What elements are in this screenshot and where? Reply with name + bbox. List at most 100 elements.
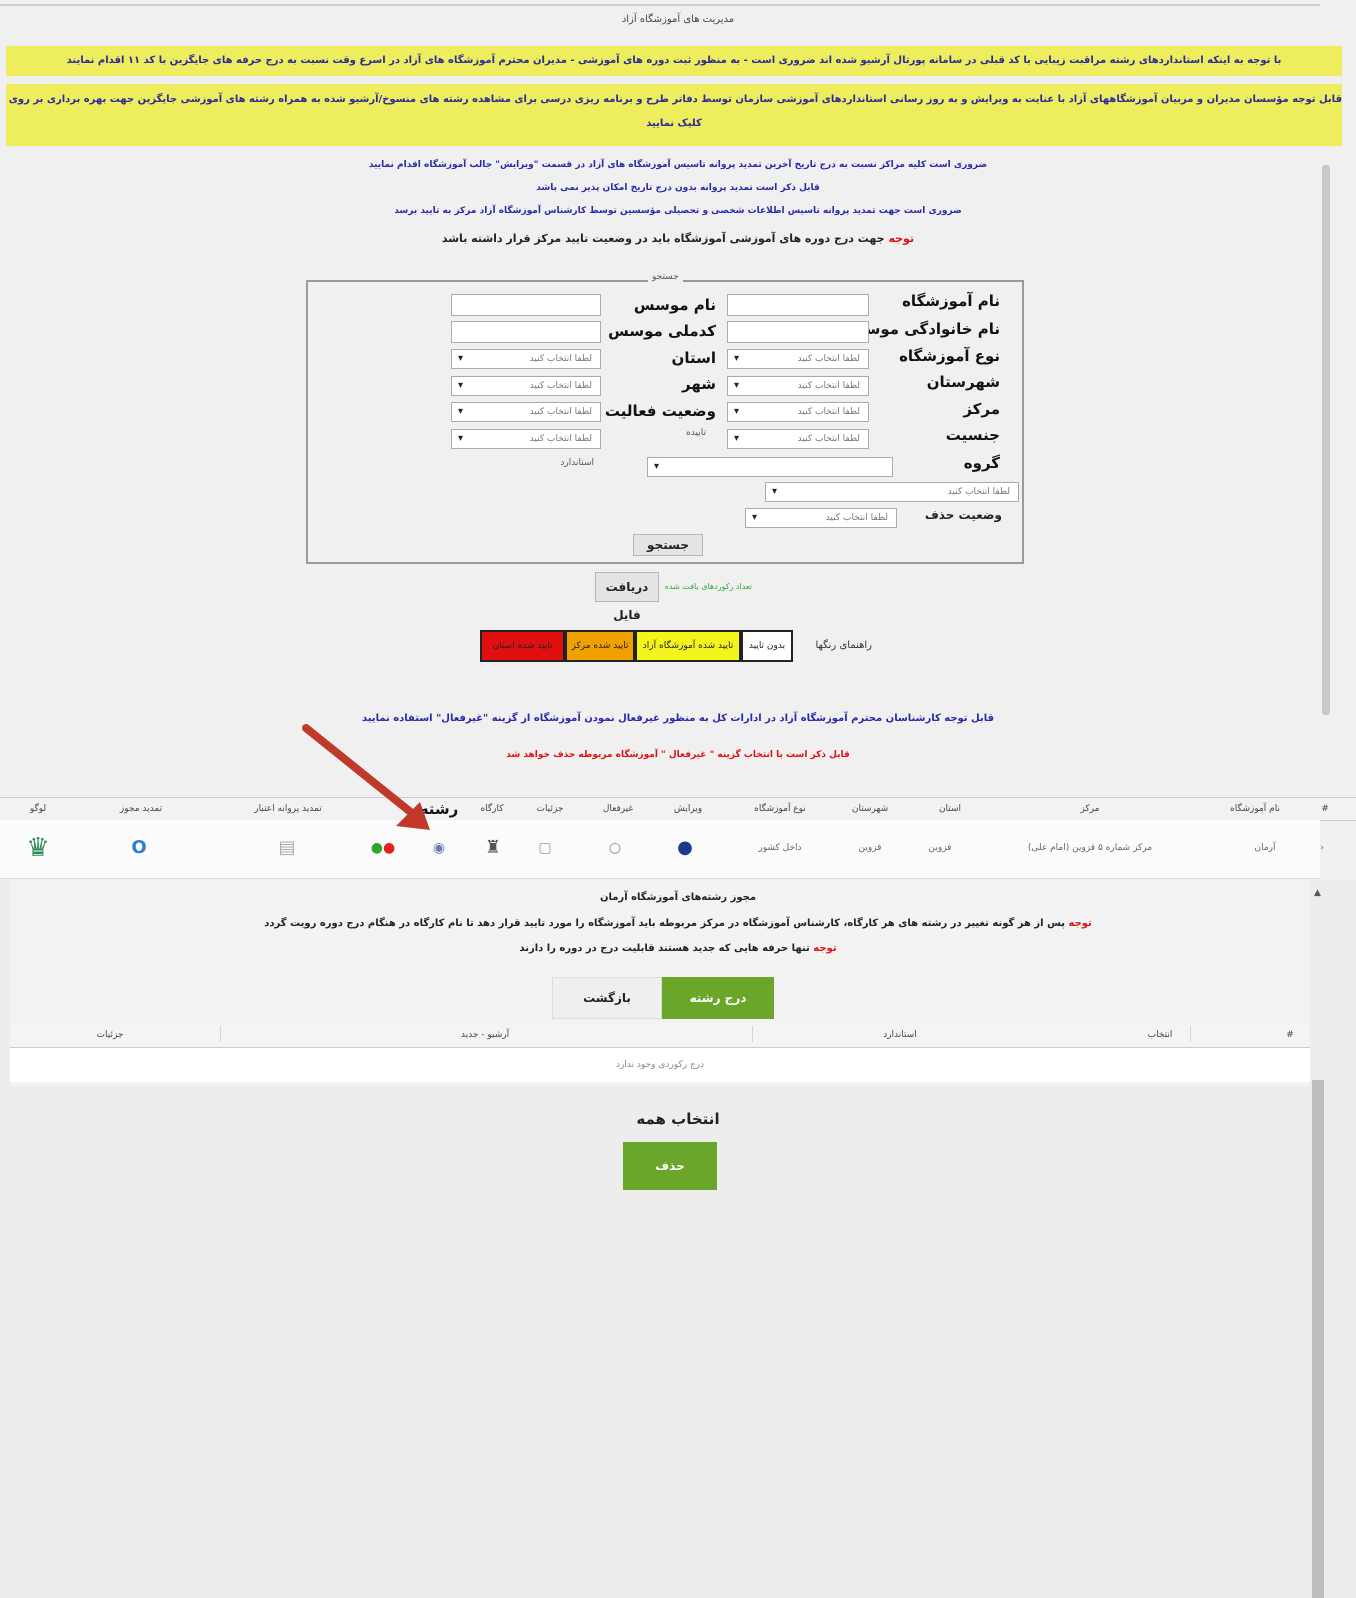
legend-school-approved-text: تایید شده آموزشگاه آزاد: [642, 641, 734, 651]
th-province[interactable]: استان: [920, 798, 980, 820]
edit-icon[interactable]: ●: [670, 820, 700, 876]
th-logo: لوگو: [29, 804, 47, 814]
label-city: شهر: [682, 375, 716, 393]
th-permit-renewal: تمدید مجوز: [119, 804, 163, 814]
legend-center-approved: تایید شده مرکز: [565, 630, 635, 662]
page-title: مدیریت های آموزشگاه آزاد: [621, 14, 735, 25]
permits-table-header: # انتخاب استاندارد آرشیو - جدید جزئیات: [10, 1023, 1310, 1048]
download-file-button[interactable]: دریافت فایل: [595, 572, 659, 622]
legend-province-approved: تایید شده استان: [480, 630, 565, 662]
page-scrollbar[interactable]: [1322, 165, 1330, 715]
field-permits-panel: ▲ مجوز رشته‌های آموزشگاه آرمان توجه پس ا…: [0, 880, 1356, 1598]
th2-select: انتخاب: [1147, 1030, 1173, 1040]
county-select[interactable]: لطفا انتخاب کنید: [727, 376, 869, 396]
cell-school-type: داخل کشور: [758, 843, 802, 853]
delete-button[interactable]: حذف: [623, 1142, 717, 1190]
label-founder-name: نام موسس: [633, 296, 716, 314]
label-activity-status: وضعیت فعالیت: [604, 402, 716, 420]
permits-note-2-text: تنها حرفه هایی که جدید هستند قابلیت درج …: [519, 943, 810, 954]
label-standard: استاندارد: [560, 458, 594, 468]
label-school-type: نوع آموزشگاه: [899, 347, 1000, 365]
th-school-name[interactable]: نام آموزشگاه: [1210, 798, 1300, 820]
th2-divider: [1190, 1026, 1191, 1042]
workshop-icon[interactable]: ♜: [478, 820, 508, 876]
label-center: مرکز: [963, 400, 1000, 418]
refresh-icon[interactable]: O: [124, 820, 154, 876]
annotation-arrow-icon: [302, 724, 430, 830]
select-all-label[interactable]: انتخاب همه: [560, 1110, 796, 1128]
note-deactivate-warning: قابل ذکر است با انتخاب گزینه " غیرفعال "…: [506, 750, 850, 760]
info-line-1: ضروری است کلیه مراکز نسبت به درج تاریخ آ…: [368, 160, 988, 170]
center-select[interactable]: لطفا انتخاب کنید: [727, 402, 869, 422]
school-name-input[interactable]: [727, 294, 869, 316]
label-province: استان: [671, 349, 716, 367]
deactivate-icon[interactable]: ○: [600, 820, 630, 876]
standard-select[interactable]: لطفا انتخاب کنید: [765, 482, 1019, 502]
notice-banner-2-text: قابل توجه مؤسسان مدیران و مربیان آموزشگا…: [6, 94, 1342, 105]
approval-select[interactable]: لطفا انتخاب کنید: [451, 429, 601, 449]
th-deactivate: غیرفعال: [602, 804, 634, 814]
founder-family-input[interactable]: [727, 321, 869, 343]
th-center[interactable]: مرکز: [1040, 798, 1140, 820]
th2-details: جزئیات: [96, 1030, 124, 1040]
info-line-3: ضروری است جهت تمدید پروانه تاسیس اطلاعات…: [394, 206, 962, 216]
school-management-panel: مدیریت های آموزشگاه آزاد با توجه به اینک…: [0, 0, 1356, 890]
panel-scrollbar[interactable]: [1312, 1080, 1324, 1598]
document-icon[interactable]: ▤: [272, 820, 302, 876]
cell-school-name: آرمان: [1254, 843, 1276, 853]
permits-note-2-word: توجه: [813, 943, 837, 954]
founder-code-input[interactable]: [451, 321, 601, 343]
logo-image-icon: ♛: [26, 833, 50, 863]
cell-center: مرکز شماره ۵ قزوین (امام علی): [1027, 843, 1153, 853]
details-icon[interactable]: ▢: [530, 820, 560, 876]
legend-school-approved: تایید شده آموزشگاه آزاد: [635, 630, 741, 662]
founder-name-input[interactable]: [451, 294, 601, 316]
label-delete-status: وضعیت حذف: [924, 508, 1002, 522]
search-legend: جستجو: [648, 272, 683, 282]
permits-note-1: توجه پس از هر گونه تغییر در رشته های هر …: [0, 918, 1356, 929]
notice-banner-1: با توجه به اینکه استانداردهای رشته مراقب…: [6, 46, 1342, 76]
th-index: #: [1321, 804, 1329, 814]
th2-standard[interactable]: استاندارد: [850, 1023, 950, 1047]
attention-line: توجه جهت درج دوره های آموزشی آموزشگاه با…: [0, 232, 1356, 245]
permits-note-1-word: توجه: [1068, 918, 1092, 929]
permits-empty-row: درج رکوردی وجود ندارد: [10, 1048, 1310, 1082]
th-school-type[interactable]: نوع آموزشگاه: [740, 798, 820, 820]
legend-unapproved-text: بدون تایید: [748, 641, 786, 651]
activity-status-select[interactable]: لطفا انتخاب کنید: [451, 402, 601, 422]
info-line-2: قابل ذکر است تمدید پروانه بدون درج تاریخ…: [536, 183, 820, 193]
search-button[interactable]: جستجو: [633, 534, 703, 556]
label-school-name: نام آموزشگاه: [902, 292, 1000, 310]
legend-province-approved-text: تایید شده استان: [492, 641, 553, 651]
th-county[interactable]: شهرستان: [840, 798, 900, 820]
group-select[interactable]: [647, 457, 893, 477]
legend-unapproved: بدون تایید: [741, 630, 793, 662]
th-details: جزئیات: [536, 804, 564, 814]
schools-table-header: # نام آموزشگاه مرکز استان شهرستان نوع آم…: [0, 797, 1356, 821]
province-select[interactable]: لطفا انتخاب کنید: [451, 349, 601, 369]
table-row: › آرمان مرکز شماره ۵ قزوین (امام علی) قز…: [0, 820, 1324, 879]
download-hint: تعداد رکوردهای یافت شده: [664, 582, 752, 591]
legend-center-approved-text: تایید شده مرکز: [571, 641, 629, 651]
school-type-select[interactable]: لطفا انتخاب کنید: [727, 349, 869, 369]
delete-status-select[interactable]: لطفا انتخاب کنید: [745, 508, 897, 528]
gender-select[interactable]: لطفا انتخاب کنید: [727, 429, 869, 449]
th2-divider: [752, 1026, 753, 1042]
cell-province: قزوین: [928, 843, 952, 853]
th2-divider: [220, 1026, 221, 1042]
cell-county: قزوین: [858, 843, 882, 853]
permits-note-2: توجه تنها حرفه هایی که جدید هستند قابلیت…: [0, 943, 1356, 954]
city-select[interactable]: لطفا انتخاب کنید: [451, 376, 601, 396]
top-divider: [0, 4, 1320, 6]
th-workshop: کارگاه: [480, 804, 504, 814]
label-gender: جنسیت: [945, 426, 1000, 444]
note-deactivate: قابل توجه کارشناسان محترم آموزشگاه آزاد …: [361, 713, 995, 724]
label-group: گروه: [963, 454, 1000, 472]
notice-banner-2-link[interactable]: کلیک نمایید: [6, 112, 1342, 136]
back-button[interactable]: بازگشت: [552, 977, 662, 1019]
attention-word: توجه: [888, 232, 915, 245]
row-expand[interactable]: ›: [1312, 820, 1332, 876]
th-edit: ویرایش: [673, 804, 703, 814]
th2-archive-new[interactable]: آرشیو - جدید: [430, 1023, 540, 1047]
add-field-button[interactable]: درج رشته: [662, 977, 774, 1019]
